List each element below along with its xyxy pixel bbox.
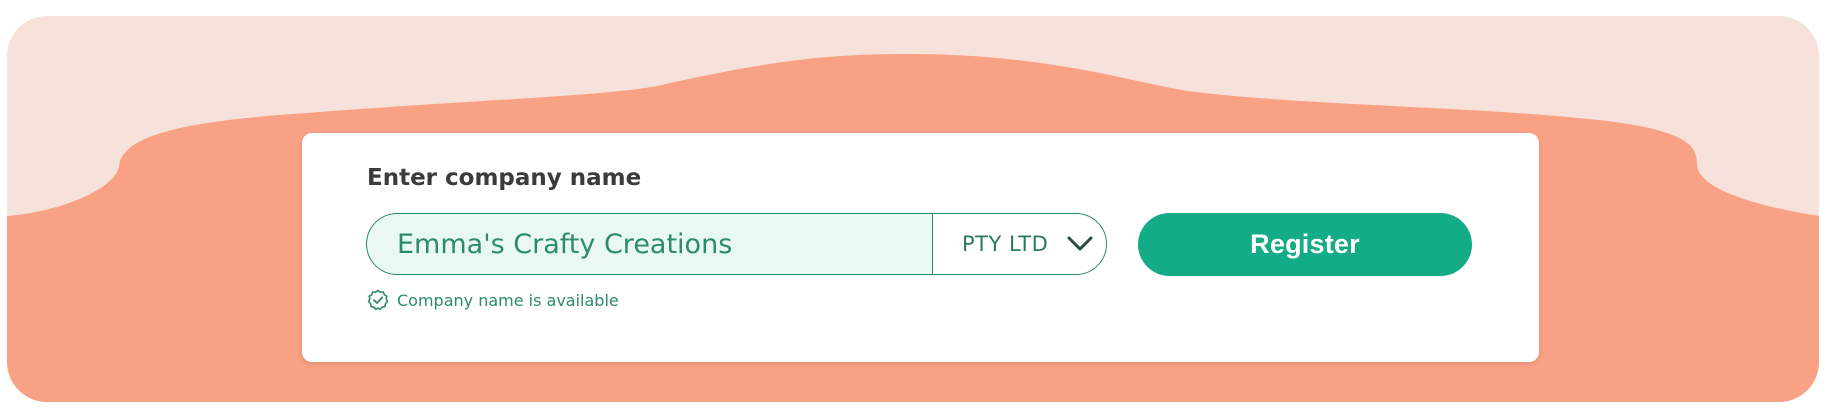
field-label: Enter company name xyxy=(367,165,642,191)
chevron-down-icon xyxy=(1067,236,1093,251)
hero-banner: Enter company name PTY LTD Register Comp… xyxy=(7,16,1819,402)
company-name-card: Enter company name PTY LTD Register Comp… xyxy=(302,133,1539,362)
availability-status: Company name is available xyxy=(367,289,619,311)
company-suffix-select[interactable]: PTY LTD xyxy=(932,213,1107,275)
company-name-input[interactable] xyxy=(366,213,932,275)
check-circle-icon xyxy=(367,289,389,311)
availability-message: Company name is available xyxy=(397,290,619,310)
register-button[interactable]: Register xyxy=(1138,213,1472,276)
suffix-selected-value: PTY LTD xyxy=(962,232,1049,256)
